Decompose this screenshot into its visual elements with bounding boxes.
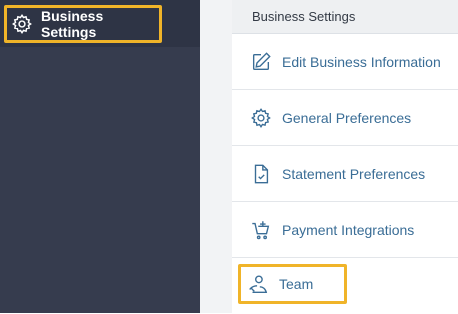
divider-gutter	[200, 0, 232, 313]
menu-item-general-preferences[interactable]: General Preferences	[232, 90, 458, 146]
panel-title: Business Settings	[232, 0, 458, 34]
cart-add-icon	[250, 219, 272, 241]
menu-item-payment-integrations[interactable]: Payment Integrations	[232, 202, 458, 258]
document-check-icon	[250, 163, 272, 185]
sidebar-item-label: Business Settings	[41, 8, 104, 40]
gear-icon	[250, 107, 272, 129]
gear-icon	[11, 13, 33, 35]
sidebar-item-business-settings[interactable]: Business Settings	[4, 5, 162, 43]
team-icon	[247, 273, 269, 295]
menu-item-label: General Preferences	[282, 109, 412, 126]
menu-item-team-row: Team	[232, 258, 458, 314]
menu-item-statement-preferences[interactable]: Statement Preferences	[232, 146, 458, 202]
menu-item-edit-business-information[interactable]: Edit Business Information	[232, 34, 458, 90]
menu-item-label: Edit Business Information	[282, 53, 441, 70]
sidebar: Business Settings	[0, 0, 200, 313]
sidebar-header: Business Settings	[0, 0, 200, 47]
menu-item-team[interactable]: Team	[238, 264, 347, 304]
menu-item-label: Statement Preferences	[282, 165, 426, 182]
edit-icon	[250, 51, 272, 73]
menu-item-label: Payment Integrations	[282, 221, 415, 238]
menu-item-label: Team	[279, 276, 314, 292]
settings-panel: Business Settings Edit Business Informat…	[232, 0, 458, 313]
